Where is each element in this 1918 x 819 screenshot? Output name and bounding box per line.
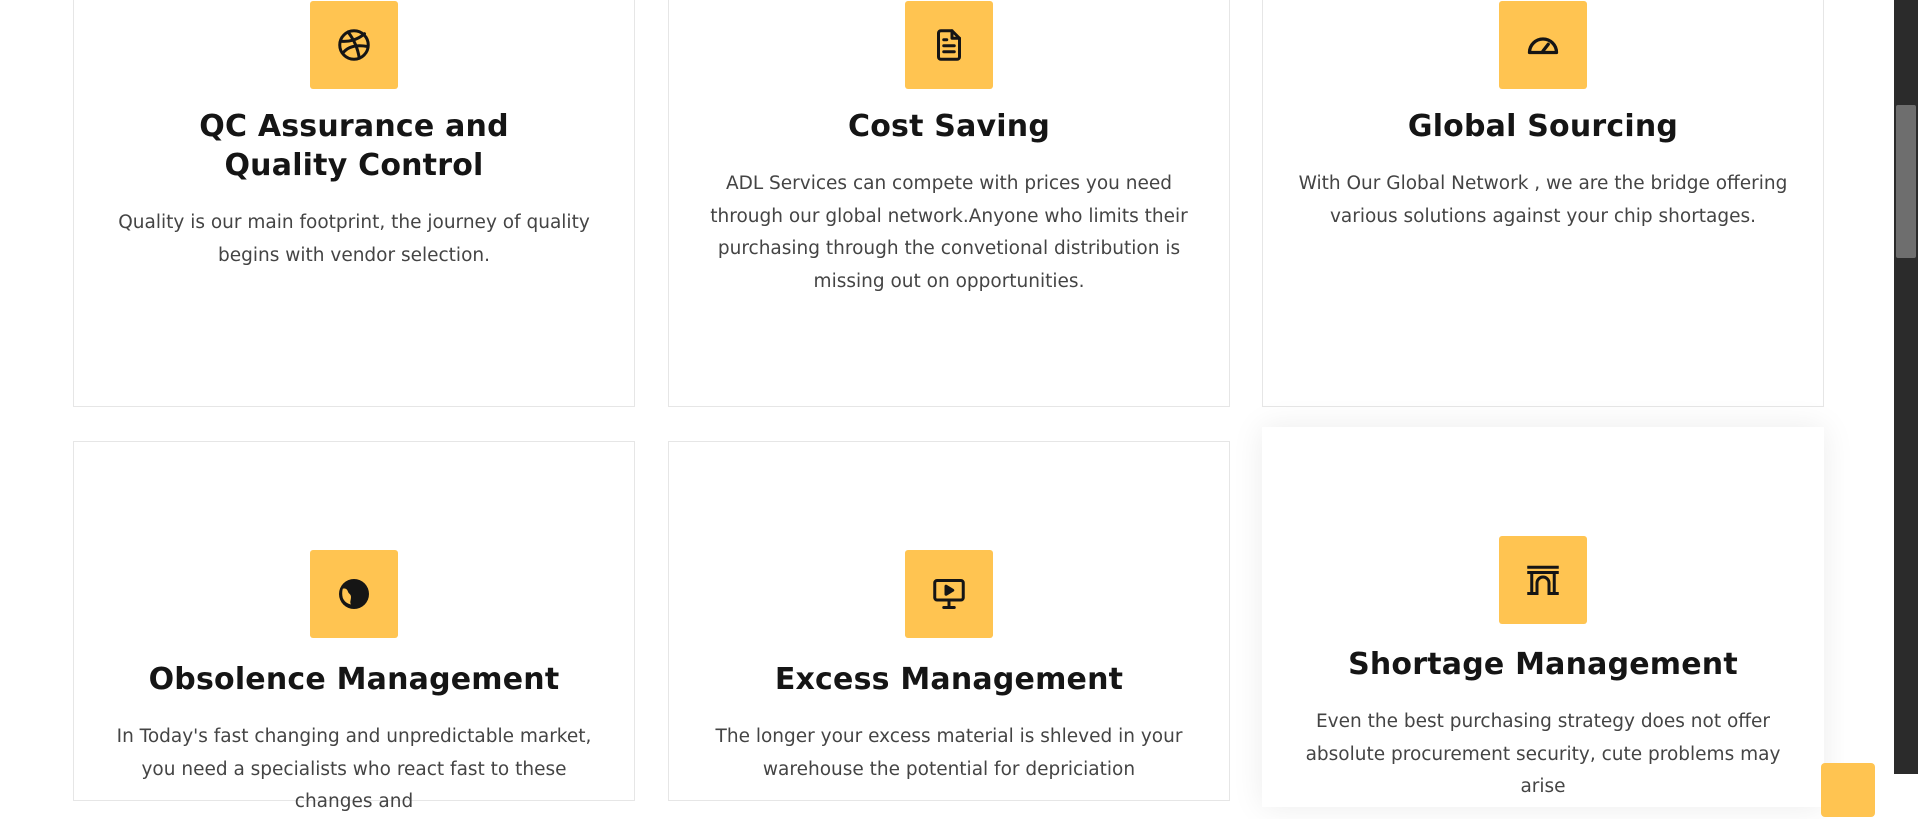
globe-icon [339, 579, 369, 609]
service-title: Global Sourcing [1407, 109, 1679, 144]
service-description: Even the best purchasing strategy does n… [1305, 711, 1781, 797]
service-description: Quality is our main footprint, the journ… [118, 212, 590, 266]
service-card-shortage[interactable]: Shortage Management Even the best purcha… [1262, 427, 1824, 807]
service-card-cost-saving[interactable]: Cost Saving ADL Services can compete wit… [668, 0, 1230, 407]
service-card-obsolence[interactable]: Obsolence Management In Today's fast cha… [73, 441, 635, 812]
service-card-excess[interactable]: Excess Management The longer your excess… [668, 441, 1230, 801]
service-title: QC Assurance and Quality Control [199, 109, 509, 183]
service-title: Shortage Management [1348, 647, 1738, 682]
service-card-global-sourcing[interactable]: Global Sourcing With Our Global Network … [1262, 0, 1824, 407]
speedometer-icon [1527, 37, 1559, 55]
icon-box [310, 1, 398, 89]
service-description: The longer your excess material is shlev… [715, 726, 1183, 780]
service-title: Obsolence Management [148, 662, 560, 697]
scrollbar-thumb[interactable] [1896, 105, 1916, 258]
icon-box [905, 1, 993, 89]
icon-box [310, 550, 398, 638]
icon-box [1499, 1, 1587, 89]
service-title: Cost Saving [848, 109, 1050, 144]
service-description: ADL Services can compete with prices you… [710, 173, 1188, 292]
icon-box [1499, 536, 1587, 624]
service-description: With Our Global Network , we are the bri… [1298, 173, 1788, 227]
dribbble-icon [338, 29, 370, 61]
back-to-top-button[interactable] [1821, 763, 1875, 817]
service-card-qc[interactable]: QC Assurance and Quality Control Quality… [73, 0, 635, 407]
archway-icon [1527, 565, 1559, 595]
service-description: In Today's fast changing and unpredictab… [116, 726, 592, 812]
presentation-icon [933, 579, 965, 609]
icon-box [905, 550, 993, 638]
service-title: Excess Management [774, 662, 1124, 697]
document-icon [937, 29, 961, 61]
